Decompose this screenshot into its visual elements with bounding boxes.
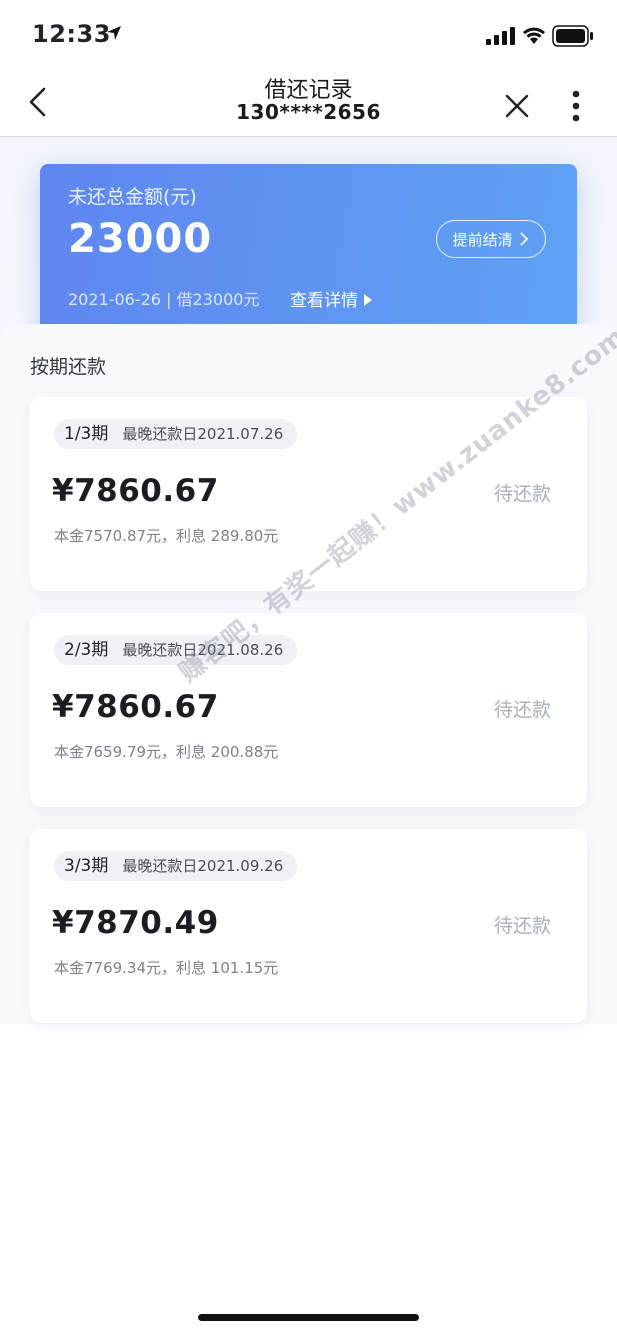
due-date: 最晚还款日2021.09.26 — [122, 857, 284, 875]
view-details-link[interactable]: 查看详情 — [290, 286, 373, 311]
repayment-status: 待还款 — [493, 483, 551, 505]
chevron-right-icon — [520, 232, 529, 246]
due-date: 最晚还款日2021.07.26 — [122, 425, 284, 443]
period-pill: 1/3期 最晚还款日2021.07.26 — [54, 419, 298, 449]
repayment-status: 待还款 — [493, 915, 551, 937]
close-icon[interactable] — [505, 94, 529, 118]
period-number: 2/3期 — [64, 640, 109, 660]
battery-icon — [552, 25, 593, 47]
location-arrow-icon — [107, 26, 121, 40]
early-settlement-button[interactable]: 提前结清 — [436, 220, 546, 258]
outstanding-label: 未还总金额(元) — [68, 186, 197, 208]
sheet-bottom-area — [0, 1024, 617, 1334]
loan-meta: 2021-06-26 | 借23000元 — [68, 290, 260, 309]
installment-card-2[interactable]: 2/3期 最晚还款日2021.08.26 ¥7860.67 待还款 本金7659.… — [30, 613, 587, 807]
period-pill: 3/3期 最晚还款日2021.09.26 — [54, 851, 298, 881]
installment-card-3[interactable]: 3/3期 最晚还款日2021.09.26 ¥7870.49 待还款 本金7769.… — [30, 829, 587, 1023]
installment-amount: ¥7870.49 — [52, 905, 219, 941]
section-title: 按期还款 — [30, 356, 107, 378]
installment-amount: ¥7860.67 — [52, 689, 219, 725]
outstanding-summary-card: 未还总金额(元) 23000 提前结清 2021-06-26 | 借23000元… — [40, 164, 577, 344]
repayment-status: 待还款 — [493, 699, 551, 721]
installments-sheet: 按期还款 1/3期 最晚还款日2021.07.26 ¥7860.67 待还款 本金… — [0, 324, 617, 1334]
principal-interest-breakdown: 本金7659.79元，利息 200.88元 — [54, 743, 279, 761]
home-indicator[interactable] — [198, 1314, 419, 1321]
principal-interest-breakdown: 本金7570.87元，利息 289.80元 — [54, 527, 279, 545]
early-settlement-label: 提前结清 — [452, 231, 513, 249]
installment-amount: ¥7860.67 — [52, 473, 219, 509]
principal-interest-breakdown: 本金7769.34元，利息 101.15元 — [54, 959, 279, 977]
wifi-icon — [523, 27, 545, 44]
period-number: 3/3期 — [64, 856, 109, 876]
more-options-icon[interactable] — [571, 90, 581, 122]
outstanding-amount: 23000 — [68, 216, 213, 262]
cellular-signal-icon — [486, 27, 515, 45]
period-number: 1/3期 — [64, 424, 109, 444]
status-bar: 12:33 — [0, 0, 617, 68]
triangle-right-icon — [364, 294, 373, 306]
view-details-label: 查看详情 — [290, 291, 358, 311]
status-time: 12:33 — [32, 20, 111, 48]
navigation-bar: 借还记录 130****2656 — [0, 68, 617, 137]
